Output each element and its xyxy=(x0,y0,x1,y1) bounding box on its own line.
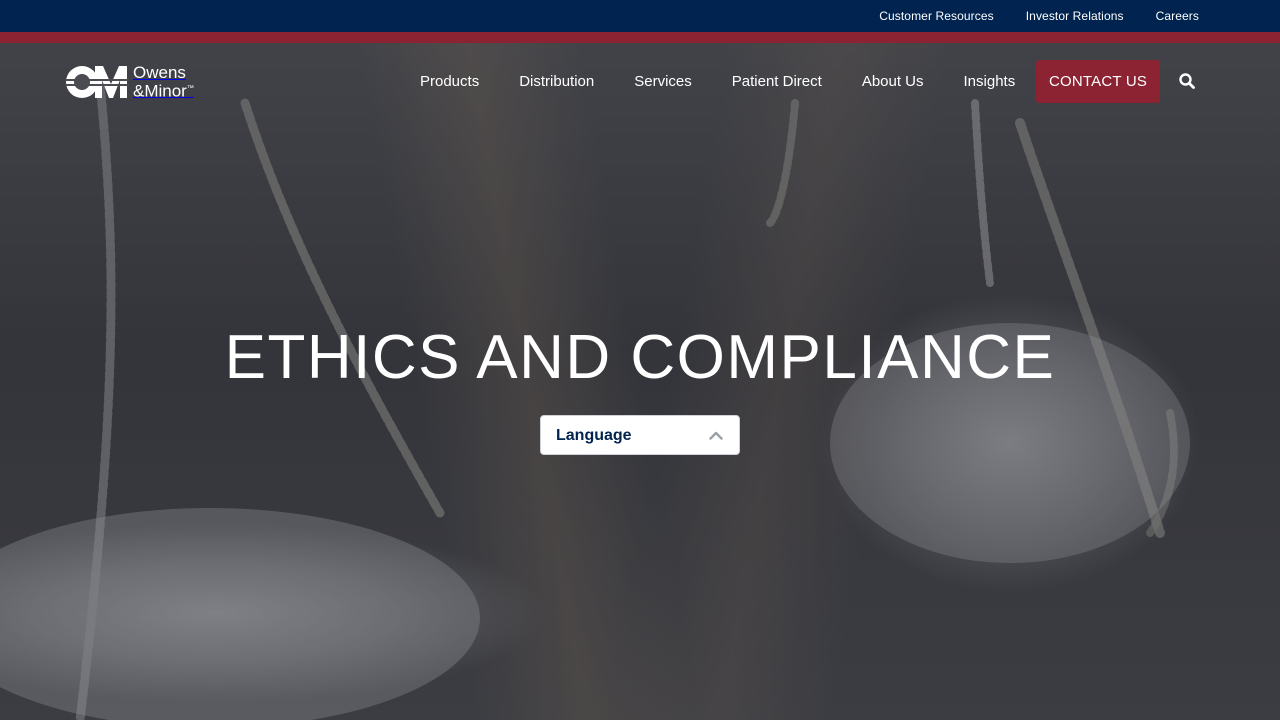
chevron-up-icon xyxy=(709,431,723,440)
accent-stripe xyxy=(0,32,1280,43)
trademark: ™ xyxy=(186,84,194,92)
nav-item-about-us[interactable]: About Us xyxy=(842,60,944,103)
utility-link-careers[interactable]: Careers xyxy=(1156,9,1199,23)
main-nav: Products Distribution Services Patient D… xyxy=(400,60,1035,103)
nav-item-insights[interactable]: Insights xyxy=(944,60,1036,103)
nav-item-patient-direct[interactable]: Patient Direct xyxy=(712,60,842,103)
om-logo-mark-icon xyxy=(65,66,129,98)
utility-link-investor-relations[interactable]: Investor Relations xyxy=(1026,9,1124,23)
search-icon xyxy=(1179,73,1195,89)
utility-bar: Customer Resources Investor Relations Ca… xyxy=(0,0,1280,32)
contact-us-button[interactable]: CONTACT US xyxy=(1036,60,1160,103)
utility-nav: Customer Resources Investor Relations Ca… xyxy=(879,0,1199,32)
owens-minor-logo[interactable]: Owens &Minor™ xyxy=(65,64,194,100)
language-select-value: Language xyxy=(556,427,632,444)
nav-item-services[interactable]: Services xyxy=(614,60,712,103)
logo-line-2: &Minor™ xyxy=(133,81,194,101)
logo-line-2-text: &Minor xyxy=(133,81,187,101)
logo-line-1: Owens xyxy=(133,62,186,82)
nav-item-products[interactable]: Products xyxy=(400,60,499,103)
logo-wordmark: Owens &Minor™ xyxy=(133,62,194,101)
page-title: ETHICS AND COMPLIANCE xyxy=(224,323,1056,392)
utility-link-customer-resources[interactable]: Customer Resources xyxy=(879,9,994,23)
nav-item-distribution[interactable]: Distribution xyxy=(499,60,614,103)
search-button[interactable] xyxy=(1178,72,1198,92)
language-select[interactable]: Language xyxy=(540,415,740,455)
